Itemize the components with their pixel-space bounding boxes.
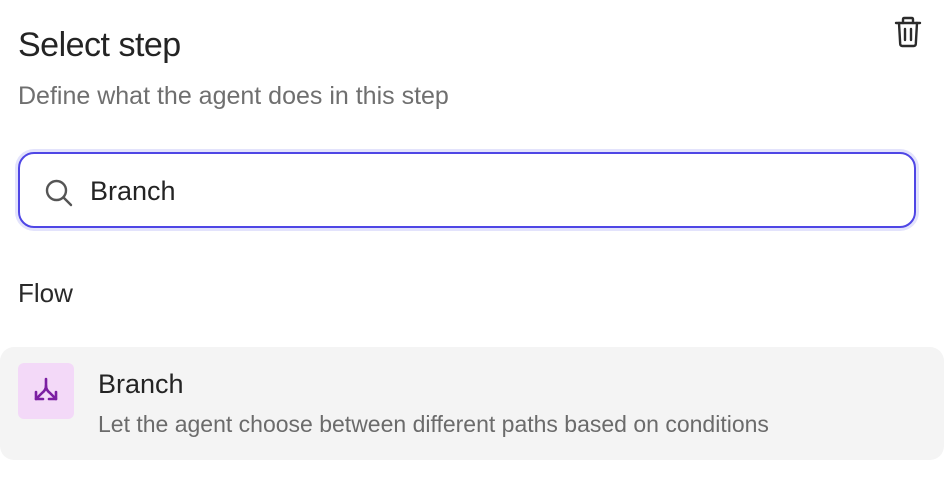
page-title: Select step — [18, 26, 181, 64]
trash-icon — [894, 16, 922, 48]
step-option-title: Branch — [98, 369, 184, 399]
page-subtitle: Define what the agent does in this step — [18, 82, 449, 110]
branch-icon — [34, 377, 58, 401]
delete-button[interactable] — [888, 12, 928, 52]
section-title-flow: Flow — [18, 278, 73, 308]
step-option-description: Let the agent choose between different p… — [98, 411, 769, 437]
search-input[interactable] — [90, 166, 890, 216]
search-box[interactable] — [18, 152, 916, 228]
step-option-branch[interactable]: Branch Let the agent choose between diff… — [0, 347, 944, 460]
search-icon — [45, 179, 73, 207]
branch-icon-container — [18, 363, 74, 419]
